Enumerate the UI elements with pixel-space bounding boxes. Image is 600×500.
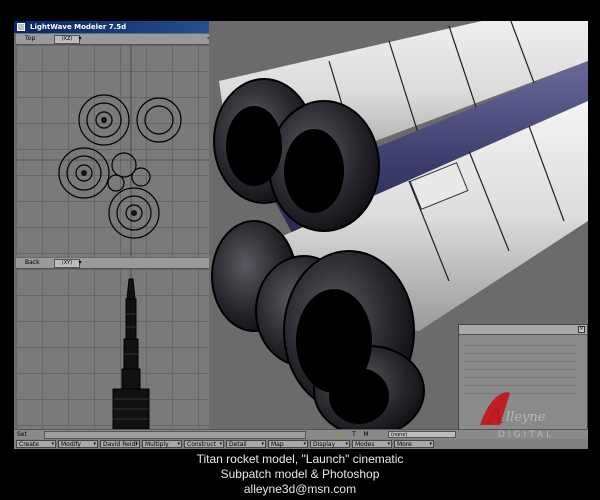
svg-text:A: A xyxy=(486,404,504,429)
close-icon[interactable]: × xyxy=(578,326,585,333)
menu-david-reidl[interactable]: David Reidl xyxy=(100,440,140,448)
pin-icon[interactable]: ☀ xyxy=(334,430,346,439)
viewport-top[interactable] xyxy=(16,45,216,257)
sets-label: Set xyxy=(17,431,27,438)
menu-modify[interactable]: Modify xyxy=(58,440,98,448)
viewport-back-header: Back (XY) ▾ xyxy=(16,258,216,269)
alleyne-digital-logo: A lleyne DIGITAL xyxy=(480,392,554,440)
menu-multiply[interactable]: Multiply xyxy=(142,440,182,448)
top-view-wireframe xyxy=(16,45,216,257)
chevron-down-icon[interactable]: ▾ xyxy=(76,35,84,43)
list-item[interactable] xyxy=(463,339,575,346)
svg-text:DIGITAL: DIGITAL xyxy=(498,430,554,440)
caption-email: alleyne3d@msn.com xyxy=(243,482,357,496)
viewport-back[interactable] xyxy=(16,269,216,449)
list-item[interactable] xyxy=(463,371,575,378)
back-view-wireframe xyxy=(112,269,150,449)
menu-construct[interactable]: Construct xyxy=(184,440,224,448)
caption-line-1: Titan rocket model, "Launch" cinematic xyxy=(196,452,404,466)
menu-display[interactable]: Display xyxy=(310,440,350,448)
surface-select[interactable]: (none) xyxy=(388,431,456,438)
info-field xyxy=(44,431,306,439)
list-item[interactable] xyxy=(463,347,575,354)
svg-text:lleyne: lleyne xyxy=(506,410,546,425)
mode-button-t[interactable]: T xyxy=(348,430,360,439)
mode-button-m[interactable]: M xyxy=(360,430,372,439)
menu-detail[interactable]: Detail xyxy=(226,440,266,448)
menu-more[interactable]: More xyxy=(394,440,434,448)
viewport-back-label: Back xyxy=(25,259,40,266)
app-icon xyxy=(17,23,25,31)
menu-modes[interactable]: Modes xyxy=(352,440,392,448)
menu-map[interactable]: Map xyxy=(268,440,308,448)
chevron-down-icon[interactable]: ▾ xyxy=(76,259,84,267)
panel-header xyxy=(459,325,587,335)
viewport-top-label: Top xyxy=(25,35,36,42)
viewport-top-header: Top (XZ) ▾ ✛ xyxy=(16,34,216,45)
list-item[interactable] xyxy=(463,355,575,362)
list-item[interactable] xyxy=(463,363,575,370)
caption-line-2: Subpatch model & Photoshop xyxy=(220,467,380,481)
menu-create[interactable]: Create xyxy=(16,440,56,448)
window-title: LightWave Modeler 7.5d xyxy=(30,23,127,31)
